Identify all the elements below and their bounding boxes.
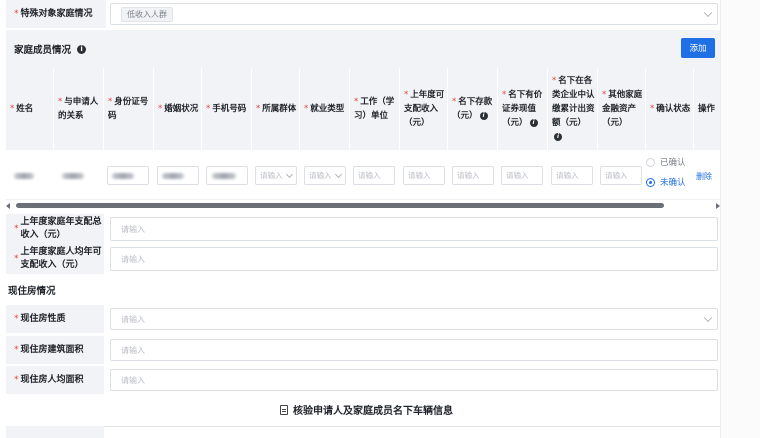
- col-header-enterprise-capital: * 名下在各类企业中认缴累计出资额（元）i: [548, 68, 598, 150]
- radio-selected-icon[interactable]: [646, 177, 655, 187]
- redacted-phone: [212, 173, 236, 179]
- disposable-income-input[interactable]: 请输入: [403, 166, 445, 185]
- chevron-down-icon: [703, 313, 713, 323]
- group-select[interactable]: 请输入: [255, 166, 297, 185]
- housing-area-row: * 现住房建筑面积 请输入: [6, 336, 720, 364]
- redacted-marital-status: [162, 173, 184, 179]
- next-row-label-cell: [6, 426, 104, 438]
- employment-type-select[interactable]: 请输入: [304, 166, 346, 185]
- col-header-confirm-status: * 确认状态: [646, 68, 694, 150]
- col-header-relation: * 与申请人的关系: [54, 68, 104, 150]
- radio-unconfirmed[interactable]: 未确认: [646, 176, 686, 188]
- per-capita-income-input[interactable]: 请输入: [110, 247, 718, 271]
- col-header-phone: * 手机号码: [202, 68, 252, 150]
- housing-area-label: * 现住房建筑面积: [6, 336, 104, 364]
- work-unit-input[interactable]: 请输入: [353, 166, 395, 185]
- delete-link[interactable]: 删除: [696, 171, 712, 182]
- per-capita-area-input[interactable]: 请输入: [110, 369, 718, 391]
- add-member-button[interactable]: 添加: [681, 38, 715, 58]
- info-icon[interactable]: i: [479, 111, 488, 120]
- special-family-select[interactable]: 低收入人群: [110, 3, 718, 25]
- deposits-input[interactable]: 请输入: [452, 166, 494, 185]
- per-capita-area-row: * 现住房人均面积 请输入: [6, 366, 720, 394]
- household-income-row: * 上年度家庭年支配总收入（元） 请输入: [6, 214, 720, 244]
- redacted-id-number: [112, 173, 134, 179]
- col-header-group: * 所属群体: [252, 68, 300, 150]
- info-icon[interactable]: i: [77, 44, 87, 54]
- info-icon[interactable]: i: [529, 118, 538, 127]
- scroll-right-icon[interactable]: [716, 203, 720, 209]
- col-header-name: * 姓名: [6, 68, 54, 150]
- radio-confirmed-label: 已确认: [660, 158, 686, 168]
- col-header-disposable-income: * 上年度可支配收入（元）: [400, 68, 448, 150]
- per-capita-income-label: * 上年度家庭人均年可支配收入（元）: [6, 244, 104, 274]
- radio-circle-icon[interactable]: [646, 157, 655, 167]
- family-table-header: * 姓名 * 与申请人的关系 * 身份证号码 * 婚姻状况 * 手机号码 * 所属群体 * 就…: [6, 68, 720, 150]
- housing-type-select[interactable]: 请输入: [110, 308, 718, 330]
- housing-area-input[interactable]: 请输入: [110, 339, 718, 361]
- scrollbar-thumb[interactable]: [16, 203, 664, 208]
- housing-type-label: * 现住房性质: [6, 305, 104, 333]
- special-family-label: * 特殊对象家庭情况: [6, 0, 106, 28]
- table-horizontal-scrollbar[interactable]: [6, 202, 720, 210]
- household-income-label: * 上年度家庭年支配总收入（元）: [6, 214, 104, 244]
- col-header-marital-status: * 婚姻状况: [154, 68, 202, 150]
- household-income-input[interactable]: 请输入: [110, 217, 718, 241]
- family-section-title: 家庭成员情况 i: [14, 42, 87, 56]
- col-header-securities: * 名下有价证券现值（元） i: [498, 68, 548, 150]
- col-header-deposits: * 名下存款（元） i: [448, 68, 498, 150]
- scroll-left-icon[interactable]: [6, 203, 10, 209]
- radio-confirmed[interactable]: 已确认: [646, 156, 686, 168]
- special-family-tag[interactable]: 低收入人群: [121, 6, 173, 22]
- housing-type-row: * 现住房性质 请输入: [6, 305, 720, 333]
- page-right-margin: [720, 0, 760, 438]
- info-icon[interactable]: i: [554, 132, 562, 141]
- redacted-relation: [62, 173, 84, 179]
- chevron-down-icon: [285, 170, 294, 179]
- family-section-header: 家庭成员情况 i 添加: [6, 30, 720, 68]
- col-header-employment-type: * 就业类型: [300, 68, 350, 150]
- special-family-row: * 特殊对象家庭情况 低收入人群: [6, 0, 720, 28]
- col-header-work-unit: * 工作（学习）单位: [350, 68, 400, 150]
- vehicle-check-link[interactable]: 核验申请人及家庭成员名下车辆信息: [280, 402, 453, 417]
- document-icon: [280, 404, 288, 415]
- per-capita-income-row: * 上年度家庭人均年可支配收入（元） 请输入: [6, 244, 720, 274]
- radio-unconfirmed-label: 未确认: [660, 178, 686, 188]
- redacted-name: [14, 173, 34, 179]
- enterprise-capital-input[interactable]: 请输入: [551, 166, 593, 185]
- securities-input[interactable]: 请输入: [501, 166, 543, 185]
- per-capita-area-label: * 现住房人均面积: [6, 366, 104, 394]
- col-header-id-number: * 身份证号码: [104, 68, 154, 150]
- col-header-other-assets: * 其他家庭金融资产（元）: [598, 68, 646, 150]
- chevron-down-icon: [703, 8, 713, 18]
- next-row-input-cell: [104, 426, 720, 438]
- col-header-actions: 操作: [698, 104, 716, 114]
- housing-section-title: 现住房情况: [8, 286, 56, 297]
- other-assets-input[interactable]: 请输入: [600, 166, 642, 185]
- chevron-down-icon: [334, 170, 343, 179]
- vehicle-check-label: 核验申请人及家庭成员名下车辆信息: [293, 406, 453, 417]
